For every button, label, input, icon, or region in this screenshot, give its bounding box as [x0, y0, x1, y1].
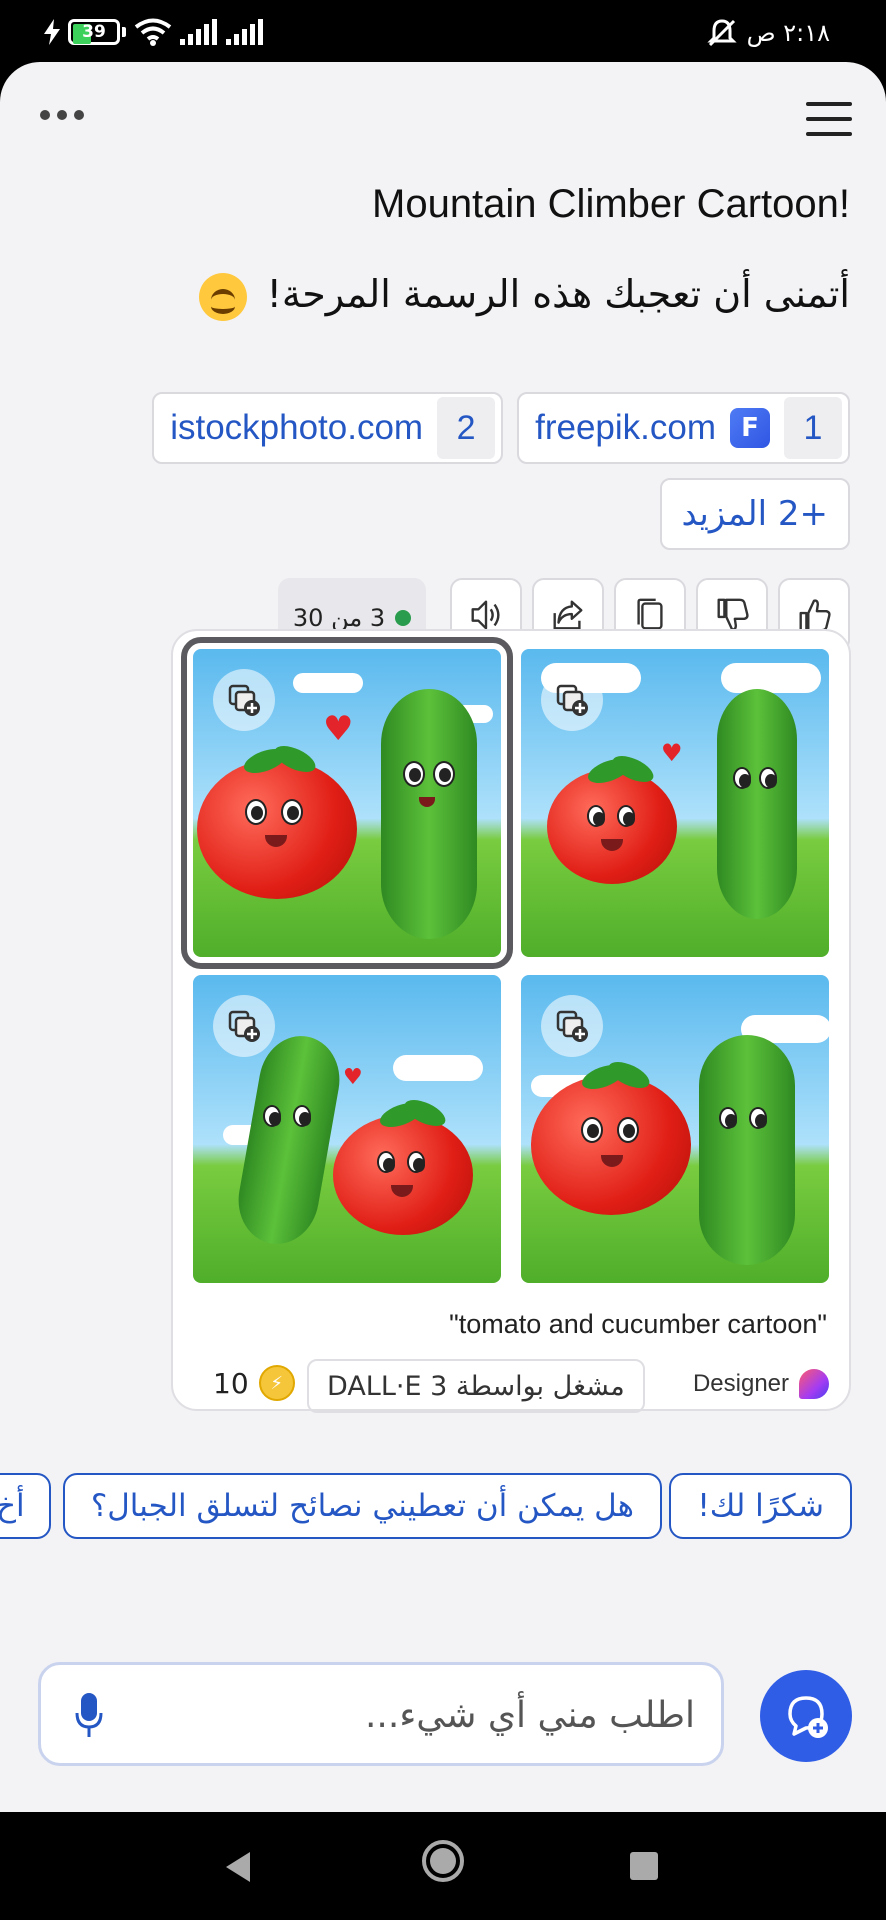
copy-image-icon[interactable]: [541, 669, 603, 731]
designer-label: Designer: [692, 1370, 789, 1397]
image-grid: ♥ ♥ ♥: [181, 637, 833, 1289]
suggestion-chip-1[interactable]: شكرًا لك!: [669, 1473, 852, 1539]
heart-icon: ♥: [661, 739, 683, 767]
generated-image-3[interactable]: ♥: [193, 975, 501, 1283]
designer-link[interactable]: Designer: [693, 1369, 829, 1399]
source-list: 1 F freepik.com 2 istockphoto.com: [152, 392, 850, 464]
mute-bell-icon: [706, 19, 737, 47]
status-bar: 39 ٢:١٨ ص: [0, 0, 886, 62]
nav-home-icon[interactable]: [422, 1840, 464, 1882]
signal-icon-1: [180, 19, 217, 45]
copy-image-icon[interactable]: [213, 995, 275, 1057]
nav-back-icon[interactable]: [226, 1852, 250, 1882]
nav-recents-icon[interactable]: [630, 1852, 658, 1880]
microphone-icon[interactable]: [75, 1693, 103, 1739]
phone-screen: 39 ٢:١٨ ص Mountain Climber Cartoon! أتمن…: [0, 0, 886, 1920]
generated-image-1[interactable]: ♥: [181, 637, 513, 969]
generated-image-4[interactable]: [521, 975, 829, 1283]
image-result-card: ♥ ♥ ♥ "tomato and cucumber cartoon" 10 ⚡…: [171, 629, 851, 1413]
generated-image-2[interactable]: ♥: [521, 649, 829, 957]
battery-level: 39: [82, 22, 106, 42]
source-link-istockphoto[interactable]: 2 istockphoto.com: [152, 392, 504, 464]
top-bar: [0, 62, 886, 172]
signal-icon-2: [226, 19, 263, 45]
chat-input[interactable]: اطلب مني أي شيء...: [38, 1662, 724, 1766]
suggestion-chip-3[interactable]: أخ: [0, 1473, 51, 1539]
heart-icon: ♥: [323, 709, 354, 749]
more-options-icon[interactable]: [40, 110, 84, 120]
heart-icon: ♥: [343, 1065, 363, 1090]
message-body: أتمنى أن تعجبك هذه الرسمة المرحة!: [198, 272, 850, 321]
image-card-footer: 10 ⚡ مشغل بواسطة DALL·E 3 Designer: [193, 1359, 829, 1419]
freepik-favicon-icon: F: [730, 408, 770, 448]
more-sources-button[interactable]: +2 المزيد: [659, 478, 850, 550]
clock: ٢:١٨ ص: [746, 19, 830, 47]
image-prompt: "tomato and cucumber cartoon": [449, 1309, 827, 1339]
source-label: freepik.com: [535, 408, 716, 447]
boost-coin-icon: ⚡: [258, 1365, 295, 1401]
status-right: ٢:١٨ ص: [706, 18, 830, 48]
new-chat-button[interactable]: [760, 1670, 852, 1762]
boost-count: 10: [213, 1366, 249, 1400]
battery-icon: 39: [68, 19, 126, 45]
source-link-freepik[interactable]: 1 F freepik.com: [517, 392, 850, 464]
status-dot: [395, 610, 412, 626]
charging-icon: [44, 19, 60, 45]
copy-image-icon[interactable]: [541, 995, 603, 1057]
powered-by-badge[interactable]: مشغل بواسطة DALL·E 3: [307, 1359, 645, 1413]
message-title: Mountain Climber Cartoon!: [372, 182, 850, 226]
designer-logo-icon: [799, 1369, 829, 1399]
counter-text: 3 من 30: [292, 604, 386, 632]
copy-image-icon[interactable]: [213, 669, 275, 731]
chat-input-placeholder: اطلب مني أي شيء...: [364, 1695, 695, 1736]
source-number: 2: [437, 397, 496, 459]
wifi-icon: [134, 18, 172, 46]
source-label: istockphoto.com: [170, 408, 424, 447]
new-chat-icon: [788, 1696, 828, 1738]
boost-counter: 10 ⚡: [213, 1365, 295, 1401]
smile-emoji-icon: [198, 272, 247, 321]
source-number: 1: [784, 397, 842, 459]
suggestion-chip-2[interactable]: هل يمكن أن تعطيني نصائح لتسلق الجبال؟: [62, 1473, 662, 1539]
menu-icon[interactable]: [806, 102, 852, 136]
status-left: 39: [44, 18, 264, 46]
message-text: أتمنى أن تعجبك هذه الرسمة المرحة!: [266, 272, 850, 316]
system-nav-bar: [0, 1812, 886, 1920]
